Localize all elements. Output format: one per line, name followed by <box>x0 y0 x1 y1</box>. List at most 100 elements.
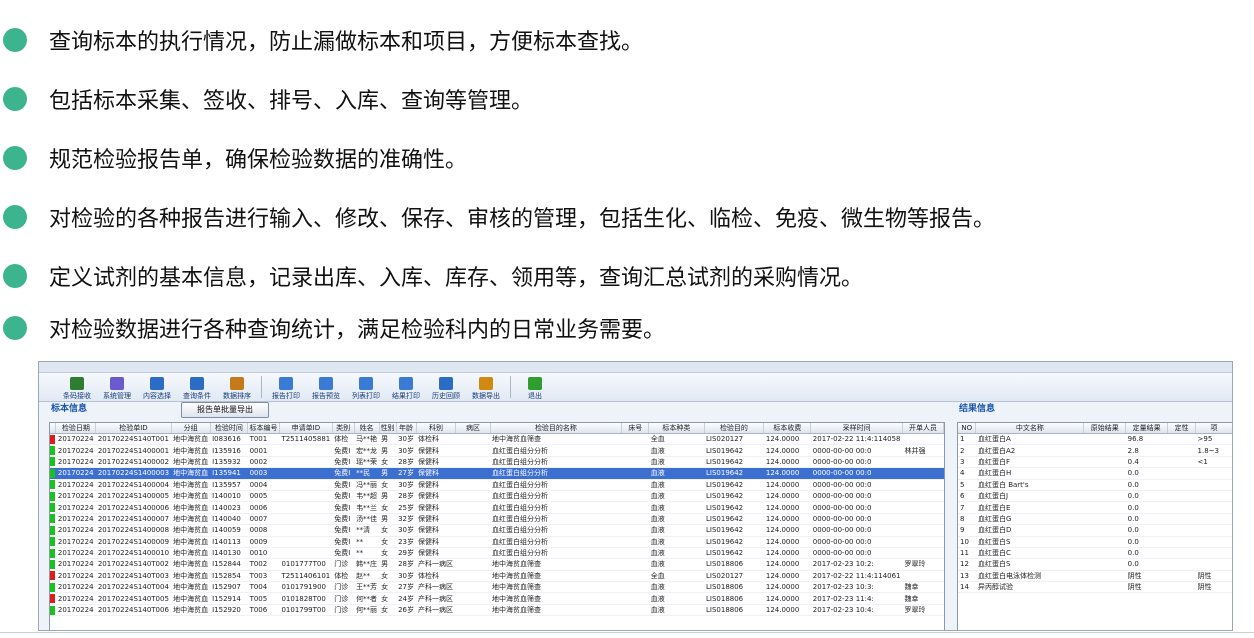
table-cell: 20170224 <box>55 479 96 491</box>
toolbar-button-history[interactable]: 历史回顾 <box>426 373 466 401</box>
table-row[interactable]: 12 血红蛋白S 0.0 <box>958 558 1232 571</box>
toolbar-button-settings[interactable]: 系统管理 <box>97 373 137 401</box>
table-cell: 124.0000 <box>763 547 811 560</box>
batch-export-button[interactable]: 报告单批量导出 <box>181 402 269 418</box>
table-row[interactable]: 20170224 20170224S140T001 地中海贫血 I083616 T001… <box>50 433 944 446</box>
table-row[interactable]: 20170224 20170224S1400006 地中海贫血 I140023 0006… <box>50 501 944 514</box>
table-row[interactable]: 11 血红蛋白C 0.0 <box>958 547 1232 560</box>
specimen-grid[interactable]: 检验日期 检验单ID 分组 检验时间 标本编号 申请单ID 类别 姓名 性别 年龄 科别 病区 检验目的… <box>49 422 945 630</box>
toolbar-button-export[interactable]: 数据导出 <box>466 373 506 401</box>
table-cell: 保健科 <box>416 467 456 480</box>
table-row[interactable]: 1 血红蛋白A 96.8 >95 <box>958 433 1232 446</box>
table-row[interactable]: 20170224 20170224S1400010 地中海贫血 I140130 0010… <box>50 547 944 560</box>
table-row[interactable]: 20170224 20170224S1400004 地中海贫血 I135957 0004… <box>50 479 944 491</box>
table-row[interactable]: 9 血红蛋白D 0.0 <box>958 524 1232 537</box>
table-cell <box>1167 524 1196 537</box>
column-header[interactable]: 开单人员 <box>902 423 944 434</box>
table-row[interactable]: 20170224 20170224S140T006 地中海贫血 I152920 T006… <box>50 604 944 617</box>
column-header[interactable]: 检验日期 <box>55 423 97 434</box>
table-row[interactable]: 20170224 20170224S1400007 地中海贫血 I140040 0007… <box>50 513 944 526</box>
table-row[interactable]: 5 血红蛋白 Bart's 0.0 <box>958 479 1232 491</box>
table-cell: 20170224 <box>55 433 96 446</box>
table-row[interactable]: 4 血红蛋白H 0.0 <box>958 467 1232 480</box>
table-row[interactable]: 13 血红蛋白电泳体检测 阴性 阴性 <box>958 570 1232 583</box>
toolbar-button-exit[interactable]: 退出 <box>515 373 555 401</box>
table-row[interactable]: 8 血红蛋白G 0.0 <box>958 513 1232 526</box>
column-header[interactable]: 检验目的 <box>704 423 765 434</box>
column-header[interactable]: 中文名称 <box>975 423 1085 434</box>
column-header[interactable]: 标本种类 <box>648 423 705 434</box>
toolbar-button-preview[interactable]: 报告预览 <box>306 373 346 401</box>
column-header[interactable]: 采样时间 <box>810 423 904 434</box>
feature-text: 包括标本采集、签收、排号、入库、查询等管理。 <box>49 89 534 114</box>
column-header[interactable]: 原始结果 <box>1083 423 1127 434</box>
table-row[interactable]: 20170224 20170224S1400001 地中海贫血 I135916 0001… <box>50 444 944 457</box>
table-row[interactable]: 6 血红蛋白J 0.0 <box>958 490 1232 503</box>
table-cell: 0004 <box>247 479 280 491</box>
column-header[interactable]: 姓名 <box>354 423 380 434</box>
table-cell: LIS019642 <box>704 536 764 548</box>
toolbar-button-result-print[interactable]: 结果打印 <box>386 373 426 401</box>
toolbar-button-sort[interactable]: 数据排序 <box>217 373 257 401</box>
column-header[interactable]: 病区 <box>455 423 491 434</box>
column-header[interactable]: 检验目的名称 <box>490 423 623 434</box>
table-cell <box>1167 444 1196 457</box>
table-row[interactable]: 20170224 20170224S140T002 地中海贫血 I152844 T002… <box>50 558 944 571</box>
table-row[interactable]: 20170224 20170224S140T004 地中海贫血 I152907 T004… <box>50 581 944 594</box>
table-cell: 地中海贫血 <box>171 456 211 469</box>
table-cell: 血红蛋白E <box>975 501 1084 514</box>
table-row[interactable]: 10 血红蛋白S 0.0 <box>958 536 1232 548</box>
column-header[interactable]: 申请单ID <box>279 423 333 434</box>
table-row[interactable]: 20170224 20170224S1400003 地中海贫血 I135941 0003… <box>50 467 944 480</box>
preview-icon <box>319 377 333 390</box>
feature-item: 对检验数据进行各种查询统计，满足检验科内的日常业务需要。 <box>0 308 665 348</box>
table-row[interactable]: 20170224 20170224S1400005 地中海贫血 I140010 0005… <box>50 490 944 503</box>
table-row[interactable]: 2 血红蛋白A2 2.8 1.8~3 <box>958 444 1232 457</box>
table-cell: 血液 <box>648 444 704 457</box>
column-header[interactable]: 年龄 <box>396 423 417 434</box>
table-cell: 0008 <box>247 524 280 537</box>
table-cell <box>902 501 944 514</box>
column-header[interactable]: 检验时间 <box>210 423 249 434</box>
table-row[interactable]: 7 血红蛋白E 0.0 <box>958 501 1232 514</box>
column-header[interactable]: 分组 <box>171 423 211 434</box>
table-cell: 96.8 <box>1125 433 1168 446</box>
export-icon <box>479 377 493 390</box>
table-row[interactable]: 3 血红蛋白F 0.4 <1 <box>958 456 1232 469</box>
column-header[interactable]: 检验单ID <box>95 423 172 434</box>
table-cell <box>621 467 649 480</box>
table-cell: 2 <box>958 444 976 457</box>
toolbar-button-list-print[interactable]: 列表打印 <box>346 373 386 401</box>
column-header[interactable]: 标本收费 <box>763 423 812 434</box>
table-row[interactable]: 20170224 20170224S140T005 地中海贫血 I152914 T005… <box>50 592 944 605</box>
table-cell: >95 <box>1195 433 1232 446</box>
table-row[interactable]: 20170224 20170224S1400009 地中海贫血 I140113 0009… <box>50 536 944 548</box>
column-header[interactable]: 科别 <box>416 423 457 434</box>
table-cell: 地中海贫血 <box>171 490 211 503</box>
table-cell: LIS019642 <box>704 444 764 457</box>
table-row[interactable]: 14 异丙醇试验 阴性 阴性 <box>958 581 1232 594</box>
column-header[interactable]: 定量结果 <box>1125 423 1169 434</box>
toolbar-button-print[interactable]: 报告打印 <box>266 373 306 401</box>
column-header[interactable]: 定性 <box>1167 423 1197 434</box>
column-header[interactable]: 标本编号 <box>247 423 280 434</box>
table-cell <box>621 433 649 446</box>
table-cell: 门诊 <box>332 581 355 594</box>
column-header[interactable]: 性别 <box>379 423 397 434</box>
column-header[interactable]: 项 <box>1195 423 1232 434</box>
result-grid[interactable]: NO 中文名称 原始结果 定量结果 定性项 1 血红蛋白A 96.8 >95 2 血红蛋白A2 2.… <box>957 422 1232 630</box>
table-row[interactable]: 20170224 20170224S1400002 地中海贫血 I135932 0002… <box>50 456 944 469</box>
table-cell <box>279 513 333 526</box>
table-cell <box>621 581 649 594</box>
column-header[interactable]: 床号 <box>621 423 650 434</box>
column-header[interactable]: 类别 <box>332 423 355 434</box>
column-header[interactable]: NO <box>958 423 977 434</box>
table-cell: 魏幸 <box>902 581 944 594</box>
toolbar-button-barcode[interactable]: 条码接收 <box>57 373 97 401</box>
table-cell <box>1083 570 1126 583</box>
table-row[interactable]: 20170224 20170224S140T003 地中海贫血 I152854 T003… <box>50 570 944 583</box>
table-row[interactable]: 20170224 20170224S1400008 地中海贫血 I140059 0008… <box>50 524 944 537</box>
toolbar-button-select[interactable]: 内容选择 <box>137 373 177 401</box>
result-panel: 结果信息 NO 中文名称 原始结果 定量结果 定性项 1 血红蛋白A 96.8 >95 2 血红蛋… <box>957 402 1232 630</box>
toolbar-button-search[interactable]: 查询条件 <box>177 373 217 401</box>
